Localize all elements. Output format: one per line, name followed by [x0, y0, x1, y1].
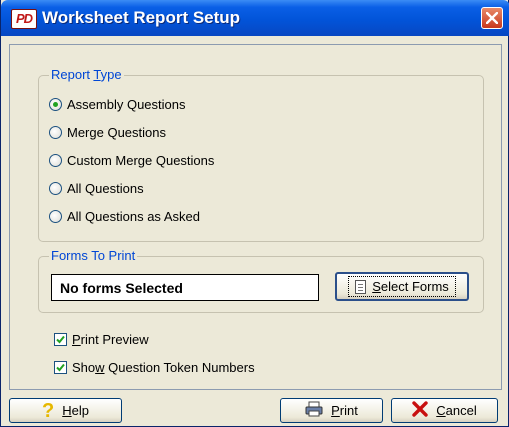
cancel-label: Cancel	[436, 403, 477, 418]
radio-all-questions-as-asked[interactable]: All Questions as Asked	[49, 206, 200, 226]
checkmark-icon	[56, 363, 65, 371]
content-panel: Report Type Assembly Questions Merge Que…	[9, 44, 502, 390]
checkmark-icon	[56, 335, 65, 343]
printer-icon	[305, 401, 323, 420]
radio-assembly-questions[interactable]: Assembly Questions	[49, 94, 186, 114]
show-tokens-label: Show Question Token Numbers	[72, 359, 255, 375]
cancel-x-icon	[412, 401, 428, 420]
selected-forms-field: No forms Selected	[51, 274, 319, 301]
dialog-window: PD Worksheet Report Setup Report Type As…	[0, 0, 509, 427]
radio-label: Custom Merge Questions	[67, 152, 215, 168]
show-tokens-checkbox-row[interactable]: Show Question Token Numbers	[54, 358, 255, 376]
report-type-group: Report Type Assembly Questions Merge Que…	[38, 67, 484, 242]
close-button[interactable]	[481, 7, 503, 29]
help-question-icon: ?	[42, 399, 55, 422]
radio-button[interactable]	[49, 153, 62, 167]
help-label: Help	[62, 403, 89, 418]
radio-button[interactable]	[49, 97, 62, 111]
radio-custom-merge-questions[interactable]: Custom Merge Questions	[49, 150, 214, 170]
radio-label: Merge Questions	[67, 124, 166, 140]
select-forms-label: Select Forms	[372, 279, 449, 294]
radio-button[interactable]	[49, 181, 62, 195]
select-forms-focus: Select Forms	[348, 276, 456, 297]
print-label: Print	[331, 403, 358, 418]
close-icon	[486, 12, 498, 24]
print-preview-checkbox[interactable]	[54, 332, 67, 346]
radio-label: All Questions	[67, 180, 144, 196]
radio-label: All Questions as Asked	[67, 208, 200, 224]
select-forms-button[interactable]: Select Forms	[335, 272, 469, 301]
show-tokens-checkbox[interactable]	[54, 360, 67, 374]
cancel-button[interactable]: Cancel	[391, 398, 498, 423]
print-button[interactable]: Print	[280, 398, 383, 423]
help-button[interactable]: ? Help	[9, 398, 122, 423]
print-preview-label: Print Preview	[72, 331, 149, 347]
radio-button[interactable]	[49, 125, 62, 139]
radio-merge-questions[interactable]: Merge Questions	[49, 122, 166, 142]
radio-label: Assembly Questions	[67, 96, 186, 112]
app-logo-icon: PD	[11, 9, 37, 29]
radio-button[interactable]	[49, 209, 62, 223]
title-bar[interactable]: PD Worksheet Report Setup	[1, 0, 509, 36]
forms-to-print-group: Forms To Print No forms Selected Select …	[38, 248, 484, 313]
document-icon	[355, 279, 367, 294]
forms-to-print-legend: Forms To Print	[49, 248, 138, 263]
report-type-legend: Report Type	[49, 67, 124, 82]
window-title: Worksheet Report Setup	[42, 8, 241, 27]
print-preview-checkbox-row[interactable]: Print Preview	[54, 330, 149, 348]
radio-all-questions[interactable]: All Questions	[49, 178, 144, 198]
